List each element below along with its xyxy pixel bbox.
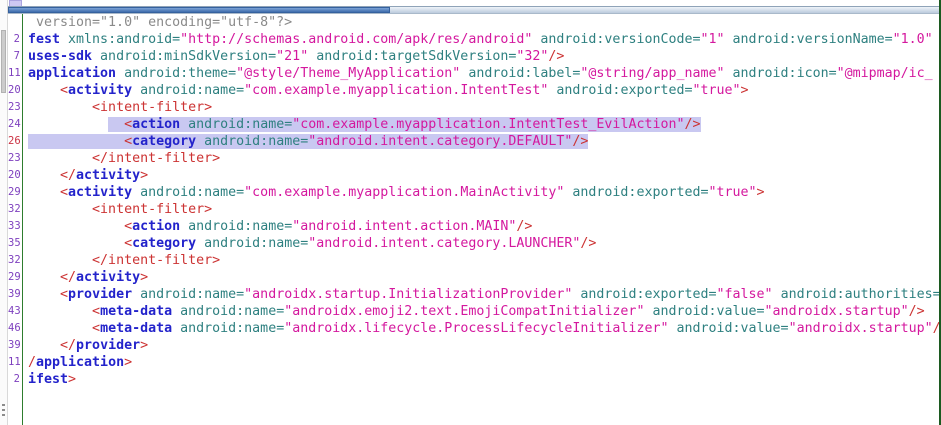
code-text: /application> <box>28 354 132 371</box>
line-number: 20 <box>8 82 20 99</box>
code-line[interactable]: 23 </intent-filter> <box>8 150 941 167</box>
code-text: application android:theme="@style/Theme_… <box>28 65 933 82</box>
text-area[interactable]: version="1.0" encoding="utf-8"?> 2 fest xm… <box>8 14 941 425</box>
code-line[interactable]: 32 <intent-filter> <box>8 201 941 218</box>
line-number: 33 <box>8 218 20 235</box>
code-line[interactable]: 43 <meta-data android:name="androidx.emo… <box>8 303 941 320</box>
code-text: </intent-filter> <box>28 150 220 167</box>
code-text: </provider> <box>28 337 148 354</box>
line-number: 23 <box>8 99 20 116</box>
line-number: 29 <box>8 184 20 201</box>
line-number: 2 <box>8 31 20 48</box>
selection-highlight: <action android:name="com.example.myappl… <box>108 117 700 132</box>
code-line[interactable]: 35 <category android:name="android.inten… <box>8 235 941 252</box>
line-number: 26 <box>8 133 20 150</box>
selection-highlight: <category android:name="android.intent.c… <box>28 134 588 149</box>
code-text: <category android:name="android.intent.c… <box>28 133 588 150</box>
code-line[interactable]: 39 </provider> <box>8 337 941 354</box>
line-number: 20 <box>8 167 20 184</box>
line-number: 39 <box>8 337 20 354</box>
code-line[interactable]: 26 <category android:name="android.inten… <box>8 133 941 150</box>
code-line[interactable]: 2 fest xmlns:android="http://schemas.andr… <box>8 31 941 48</box>
line-number: 2 <box>8 371 20 388</box>
code-line[interactable]: 33 <action android:name="android.intent.… <box>8 218 941 235</box>
code-line[interactable]: 24 <action android:name="com.example.mya… <box>8 116 941 133</box>
line-number: 11 <box>8 354 20 371</box>
code-text: </activity> <box>28 269 148 286</box>
code-text: fest xmlns:android="http://schemas.andro… <box>28 31 933 48</box>
horizontal-scrollbar[interactable] <box>8 6 941 14</box>
code-text: <category android:name="android.intent.c… <box>28 235 596 252</box>
code-line[interactable]: version="1.0" encoding="utf-8"?> <box>8 14 941 31</box>
line-number <box>8 14 20 31</box>
code-line[interactable]: 46 <meta-data android:name="androidx.lif… <box>8 320 941 337</box>
code-text: <meta-data android:name="androidx.emoji2… <box>28 303 925 320</box>
splitter-grip-dot[interactable] <box>2 404 5 406</box>
code-line[interactable]: 32 </intent-filter> <box>8 252 941 269</box>
left-scrollbar-thumb[interactable] <box>1 30 6 93</box>
line-number: 35 <box>8 235 20 252</box>
code-text: <intent-filter> <box>28 99 212 116</box>
code-text: <meta-data android:name="androidx.lifecy… <box>28 320 941 337</box>
line-number: 11 <box>8 65 20 82</box>
code-line[interactable]: 20 <activity android:name="com.example.m… <box>8 82 941 99</box>
code-text: </intent-filter> <box>28 252 220 269</box>
xml-editor-window: version="1.0" encoding="utf-8"?> 2 fest xm… <box>0 0 941 425</box>
line-number: 24 <box>8 116 20 133</box>
code-line[interactable]: 7 uses-sdk android:minSdkVersion="21" and… <box>8 48 941 65</box>
code-line[interactable]: 11 application android:theme="@style/Them… <box>8 65 941 82</box>
line-number: 46 <box>8 320 20 337</box>
code-text: <provider android:name="androidx.startup… <box>28 286 941 303</box>
code-line[interactable]: 20 </activity> <box>8 167 941 184</box>
code-text: </activity> <box>28 167 148 184</box>
splitter-grip-dot[interactable] <box>2 414 5 416</box>
left-splitter-bar[interactable] <box>0 0 8 425</box>
code-line[interactable]: 2 ifest> <box>8 371 941 388</box>
code-text: version="1.0" encoding="utf-8"?> <box>28 14 292 31</box>
line-number: 23 <box>8 150 20 167</box>
gutter-border-line <box>22 14 23 425</box>
code-text: uses-sdk android:minSdkVersion="21" andr… <box>28 48 564 65</box>
horizontal-scrollbar-thumb[interactable] <box>8 7 390 13</box>
code-text: <activity android:name="com.example.myap… <box>28 82 749 99</box>
code-line[interactable]: 29 </activity> <box>8 269 941 286</box>
code-text: <activity android:name="com.example.myap… <box>28 184 765 201</box>
line-number: 39 <box>8 286 20 303</box>
code-text: <intent-filter> <box>28 201 212 218</box>
line-number: 43 <box>8 303 20 320</box>
code-line[interactable]: 11/application> <box>8 354 941 371</box>
splitter-grip-dot[interactable] <box>2 409 5 411</box>
code-text: <action android:name="android.intent.act… <box>28 218 532 235</box>
line-number: 29 <box>8 269 20 286</box>
code-text: ifest> <box>28 371 76 388</box>
code-line[interactable]: 29 <activity android:name="com.example.m… <box>8 184 941 201</box>
code-text: <action android:name="com.example.myappl… <box>28 116 701 133</box>
code-line[interactable]: 23 <intent-filter> <box>8 99 941 116</box>
code-lines: version="1.0" encoding="utf-8"?> 2 fest xm… <box>8 14 941 388</box>
line-number: 32 <box>8 252 20 269</box>
code-line[interactable]: 39 <provider android:name="androidx.star… <box>8 286 941 303</box>
line-number: 32 <box>8 201 20 218</box>
line-number: 7 <box>8 48 20 65</box>
